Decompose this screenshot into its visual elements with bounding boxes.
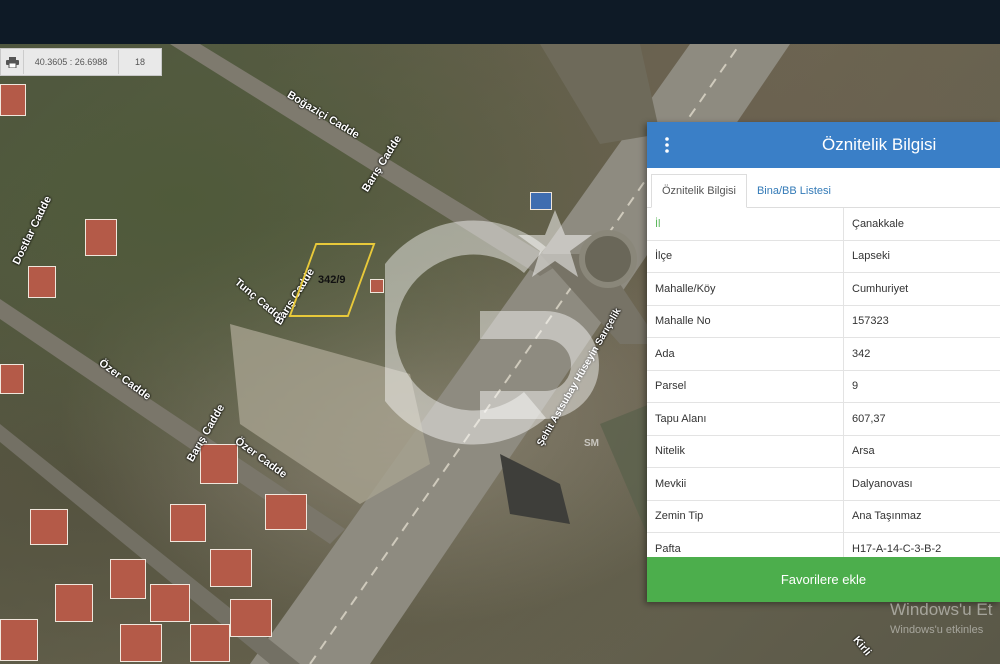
attribute-row: Mahalle/Köy Cumhuriyet	[647, 272, 1000, 306]
attribute-key: Tapu Alanı	[647, 402, 844, 436]
attribute-row: Tapu Alanı 607,37	[647, 402, 1000, 436]
attribute-panel: Öznitelik Bilgisi Öznitelik Bilgisi Bina…	[647, 122, 1000, 602]
rooftop	[150, 584, 190, 622]
attribute-key: Nitelik	[647, 435, 844, 468]
tab-building-list[interactable]: Bina/BB Listesi	[747, 175, 841, 207]
rooftop	[0, 84, 26, 116]
rooftop	[230, 599, 272, 637]
windows-activation-subtitle: Windows'u etkinles	[890, 624, 984, 636]
rooftop	[28, 266, 56, 298]
attribute-key: Parsel	[647, 370, 844, 403]
attribute-value: Çanakkale	[843, 208, 1000, 241]
rooftop	[265, 494, 307, 530]
print-button[interactable]	[1, 50, 24, 74]
attribute-row: İlçe Lapseki	[647, 240, 1000, 273]
attribute-key: İl	[647, 208, 844, 241]
windows-activation-title: Windows'u Et	[890, 600, 993, 619]
rooftop	[170, 504, 206, 542]
rooftop	[120, 624, 162, 662]
rooftop	[370, 279, 384, 293]
attribute-key: Mahalle/Köy	[647, 272, 844, 306]
attribute-row: İl Çanakkale	[647, 208, 1000, 241]
panel-header: Öznitelik Bilgisi	[647, 122, 1000, 168]
attribute-row: Parsel 9	[647, 370, 1000, 403]
tab-attributes[interactable]: Öznitelik Bilgisi	[651, 174, 747, 208]
attribute-value: 342	[843, 337, 1000, 371]
attribute-row: Zemin Tip Ana Taşınmaz	[647, 500, 1000, 533]
coordinate-readout: 40.3605 : 26.6988	[24, 50, 119, 74]
watermark-sm-text: SM	[584, 438, 599, 449]
attribute-key: Ada	[647, 337, 844, 371]
panel-title: Öznitelik Bilgisi	[822, 135, 937, 154]
top-bar	[0, 0, 1000, 44]
attribute-value: Arsa	[843, 435, 1000, 468]
attribute-value: Dalyanovası	[843, 467, 1000, 501]
attribute-table: İl Çanakkale İlçe Lapseki Mahalle/Köy Cumhuri…	[647, 208, 1000, 566]
printer-icon	[5, 56, 19, 68]
map-toolbar: 40.3605 : 26.6988 18	[0, 48, 162, 76]
panel-menu-button[interactable]	[647, 137, 687, 153]
zoom-level: 18	[134, 57, 145, 67]
attribute-row: Nitelik Arsa	[647, 435, 1000, 468]
attribute-value: Ana Taşınmaz	[843, 500, 1000, 533]
attribute-key: Zemin Tip	[647, 500, 844, 533]
parcel-label: 342/9	[318, 274, 346, 286]
rooftop	[0, 364, 24, 394]
rooftop	[30, 509, 68, 545]
attribute-value: 607,37	[843, 402, 1000, 436]
add-to-favorites-button[interactable]: Favorilere ekle	[647, 557, 1000, 602]
attribute-row: Ada 342	[647, 337, 1000, 371]
panel-tabs: Öznitelik Bilgisi Bina/BB Listesi	[647, 168, 1000, 208]
attribute-key: Mahalle No	[647, 305, 844, 338]
attribute-value: Cumhuriyet	[843, 272, 1000, 306]
bogazici-road	[170, 44, 560, 276]
blue-rooftop	[530, 192, 552, 210]
attribute-key: İlçe	[647, 240, 844, 273]
rooftop	[55, 584, 93, 622]
rooftop	[210, 549, 252, 587]
rooftop	[0, 619, 38, 661]
attribute-value: 157323	[843, 305, 1000, 338]
attribute-value: 9	[843, 370, 1000, 403]
rooftop	[85, 219, 117, 256]
attribute-row: Mahalle No 157323	[647, 305, 1000, 338]
attribute-value: Lapseki	[843, 240, 1000, 273]
vertical-dots-icon	[665, 137, 669, 153]
rooftop	[110, 559, 146, 599]
rooftop	[200, 444, 238, 484]
rooftop	[190, 624, 230, 662]
attribute-key: Mevkii	[647, 467, 844, 501]
attribute-row: Mevkii Dalyanovası	[647, 467, 1000, 501]
